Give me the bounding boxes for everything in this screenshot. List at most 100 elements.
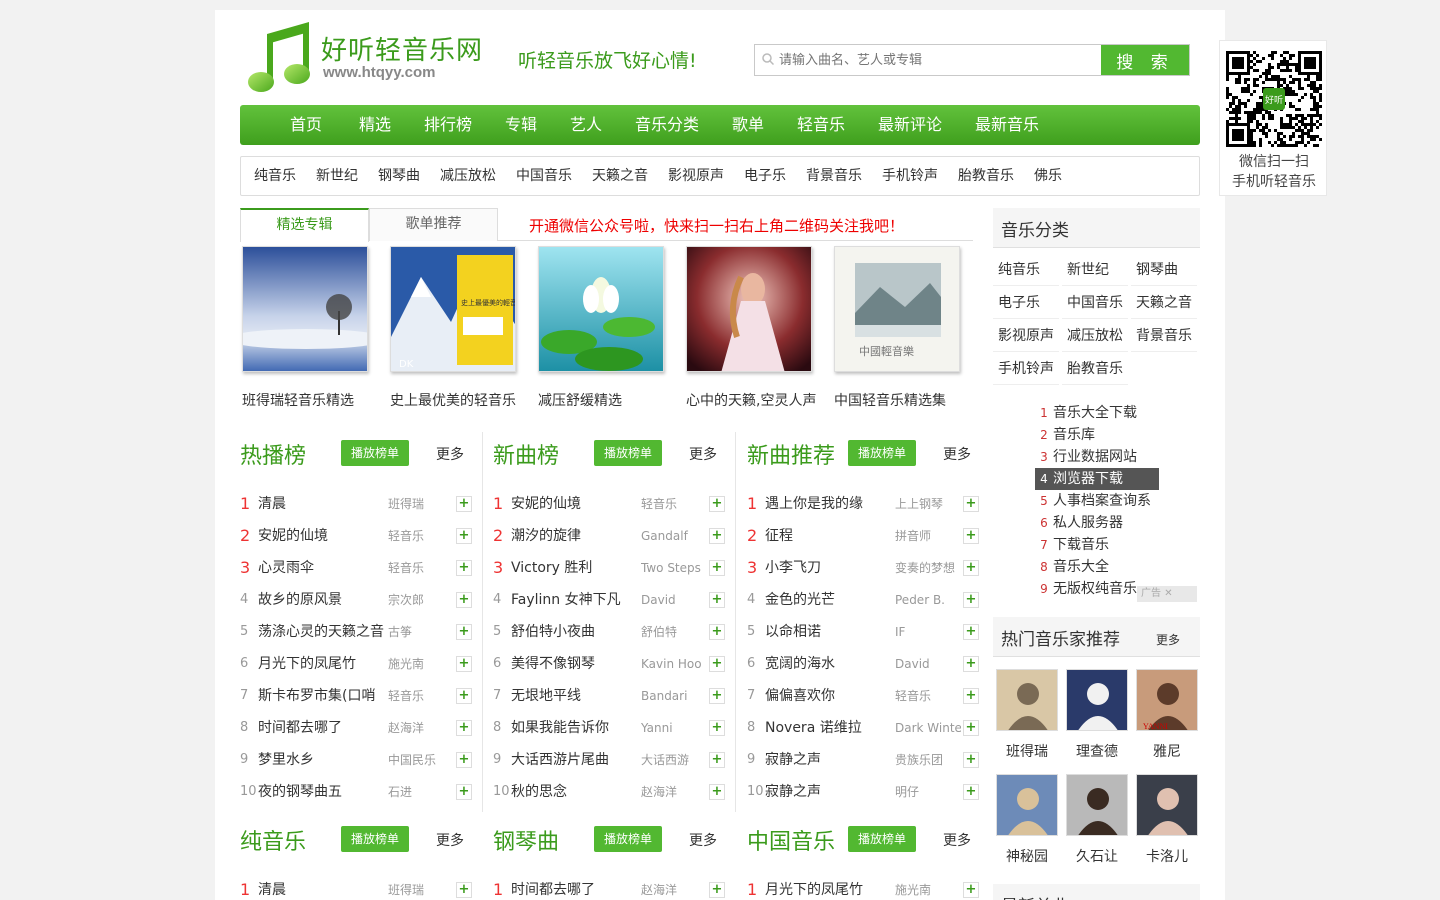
artist-card[interactable]: 神秘园 [996, 774, 1058, 866]
add-plus-icon[interactable]: + [456, 752, 472, 768]
song-title[interactable]: 宽阔的海水 [765, 648, 895, 680]
add-plus-icon[interactable]: + [963, 720, 979, 736]
nav-artists[interactable]: 艺人 [570, 105, 602, 145]
category-item[interactable]: 胎教音乐 [1062, 353, 1128, 385]
song-row[interactable]: 3 Victory 胜利 Two Steps + [493, 552, 729, 584]
song-row[interactable]: 8 时间都去哪了 赵海洋 + [240, 712, 476, 744]
song-artist[interactable]: 变奏的梦想 [895, 552, 961, 584]
song-artist[interactable]: 班得瑞 [388, 874, 454, 900]
add-plus-icon[interactable]: + [709, 528, 725, 544]
category-item[interactable]: 中国音乐 [1062, 287, 1128, 319]
song-title[interactable]: 无垠地平线 [511, 680, 641, 712]
nav-latest-music[interactable]: 最新音乐 [975, 105, 1039, 145]
add-plus-icon[interactable]: + [709, 720, 725, 736]
category-item[interactable]: 影视原声 [993, 320, 1059, 352]
more-link[interactable]: 更多 [943, 444, 971, 464]
subnav-item[interactable]: 佛乐 [1034, 157, 1062, 195]
song-artist[interactable]: 石进 [388, 776, 454, 808]
album-title[interactable]: 中国轻音乐精选集 [834, 390, 962, 410]
song-title[interactable]: 时间都去哪了 [511, 874, 641, 900]
song-title[interactable]: 清晨 [258, 488, 388, 520]
add-plus-icon[interactable]: + [963, 882, 979, 898]
song-row[interactable]: 4 金色的光芒 Peder B. + [747, 584, 983, 616]
song-row[interactable]: 1 安妮的仙境 轻音乐 + [493, 488, 729, 520]
song-artist[interactable]: Dark Winter [895, 712, 961, 744]
song-row[interactable]: 2 潮汐的旋律 Gandalf + [493, 520, 729, 552]
search-button[interactable]: 搜 索 [1101, 45, 1189, 75]
song-title[interactable]: 秋的思念 [511, 776, 641, 808]
song-row[interactable]: 10 寂静之声 明仔 + [747, 776, 983, 808]
song-title[interactable]: 月光下的凤尾竹 [258, 648, 388, 680]
song-title[interactable]: 夜的钢琴曲五 [258, 776, 388, 808]
play-list-button[interactable]: 播放榜单 [341, 826, 409, 852]
song-row[interactable]: 9 梦里水乡 中国民乐 + [240, 744, 476, 776]
song-title[interactable]: 偏偏喜欢你 [765, 680, 895, 712]
close-icon[interactable]: ✕ [1164, 588, 1172, 599]
add-plus-icon[interactable]: + [456, 688, 472, 704]
play-list-button[interactable]: 播放榜单 [848, 826, 916, 852]
album-card[interactable]: 中國輕音樂 中国轻音乐精选集 [834, 246, 962, 410]
song-artist[interactable]: 大话西游 [641, 744, 707, 776]
artist-photo[interactable]: YANNI [1136, 669, 1198, 731]
add-plus-icon[interactable]: + [709, 592, 725, 608]
song-title[interactable]: 遇上你是我的缘 [765, 488, 895, 520]
song-row[interactable]: 5 荡涤心灵的天籁之音 古筝 + [240, 616, 476, 648]
album-title[interactable]: 史上最优美的轻音乐 [390, 390, 518, 410]
category-item[interactable]: 钢琴曲 [1131, 254, 1197, 286]
ad-link[interactable]: 9 无版权纯音乐 [1035, 578, 1159, 600]
album-cover[interactable] [538, 246, 664, 372]
song-artist[interactable]: 轻音乐 [895, 680, 961, 712]
song-title[interactable]: 舒伯特小夜曲 [511, 616, 641, 648]
subnav-item[interactable]: 钢琴曲 [378, 157, 420, 195]
more-link[interactable]: 更多 [943, 830, 971, 850]
song-row[interactable]: 10 夜的钢琴曲五 石进 + [240, 776, 476, 808]
song-artist[interactable]: 宗次郎 [388, 584, 454, 616]
more-link[interactable]: 更多 [689, 830, 717, 850]
add-plus-icon[interactable]: + [709, 624, 725, 640]
add-plus-icon[interactable]: + [709, 752, 725, 768]
song-title[interactable]: 金色的光芒 [765, 584, 895, 616]
ad-link[interactable]: 1 音乐大全下载 [1035, 402, 1159, 424]
album-cover[interactable] [686, 246, 812, 372]
song-artist[interactable]: David [895, 648, 961, 680]
add-plus-icon[interactable]: + [456, 720, 472, 736]
add-plus-icon[interactable]: + [963, 560, 979, 576]
add-plus-icon[interactable]: + [709, 560, 725, 576]
album-title[interactable]: 班得瑞轻音乐精选 [242, 390, 370, 410]
song-artist[interactable]: 赵海洋 [388, 712, 454, 744]
song-artist[interactable]: 赵海洋 [641, 874, 707, 900]
play-list-button[interactable]: 播放榜单 [848, 440, 916, 466]
play-list-button[interactable]: 播放榜单 [594, 440, 662, 466]
song-title[interactable]: Faylinn 女神下凡 [511, 584, 641, 616]
song-artist[interactable]: 古筝 [388, 616, 454, 648]
ad-link[interactable]: 2 音乐库 [1035, 424, 1159, 446]
song-title[interactable]: 清晨 [258, 874, 388, 900]
song-row[interactable]: 6 月光下的凤尾竹 施光南 + [240, 648, 476, 680]
ad-link[interactable]: 8 音乐大全 [1035, 556, 1159, 578]
ad-link[interactable]: 3 行业数据网站 [1035, 446, 1159, 468]
nav-albums[interactable]: 专辑 [505, 105, 537, 145]
add-plus-icon[interactable]: + [709, 496, 725, 512]
add-plus-icon[interactable]: + [963, 592, 979, 608]
subnav-item[interactable]: 天籁之音 [592, 157, 648, 195]
artist-photo[interactable] [996, 774, 1058, 836]
song-title[interactable]: Victory 胜利 [511, 552, 641, 584]
artist-name[interactable]: 理查德 [1066, 741, 1128, 761]
song-row[interactable]: 1 清晨 班得瑞 + [240, 488, 476, 520]
song-title[interactable]: Novera 诺维拉 [765, 712, 895, 744]
artist-photo[interactable] [996, 669, 1058, 731]
category-item[interactable]: 天籁之音 [1131, 287, 1197, 319]
song-row[interactable]: 1 清晨 班得瑞 + [240, 874, 476, 900]
add-plus-icon[interactable]: + [709, 688, 725, 704]
song-title[interactable]: 寂静之声 [765, 744, 895, 776]
category-item[interactable]: 背景音乐 [1131, 320, 1197, 352]
song-title[interactable]: 荡涤心灵的天籁之音 [258, 616, 388, 648]
song-row[interactable]: 8 Novera 诺维拉 Dark Winter + [747, 712, 983, 744]
artist-card[interactable]: 卡洛儿 [1136, 774, 1198, 866]
artist-card[interactable]: YANNI 雅尼 [1136, 669, 1198, 761]
album-card[interactable]: 心中的天籁,空灵人声 [686, 246, 816, 410]
artist-card[interactable]: 久石让 [1066, 774, 1128, 866]
play-list-button[interactable]: 播放榜单 [341, 440, 409, 466]
song-title[interactable]: 月光下的凤尾竹 [765, 874, 895, 900]
album-card[interactable]: 史上最優美的輕音樂 DK 史上最优美的轻音乐 [390, 246, 518, 410]
